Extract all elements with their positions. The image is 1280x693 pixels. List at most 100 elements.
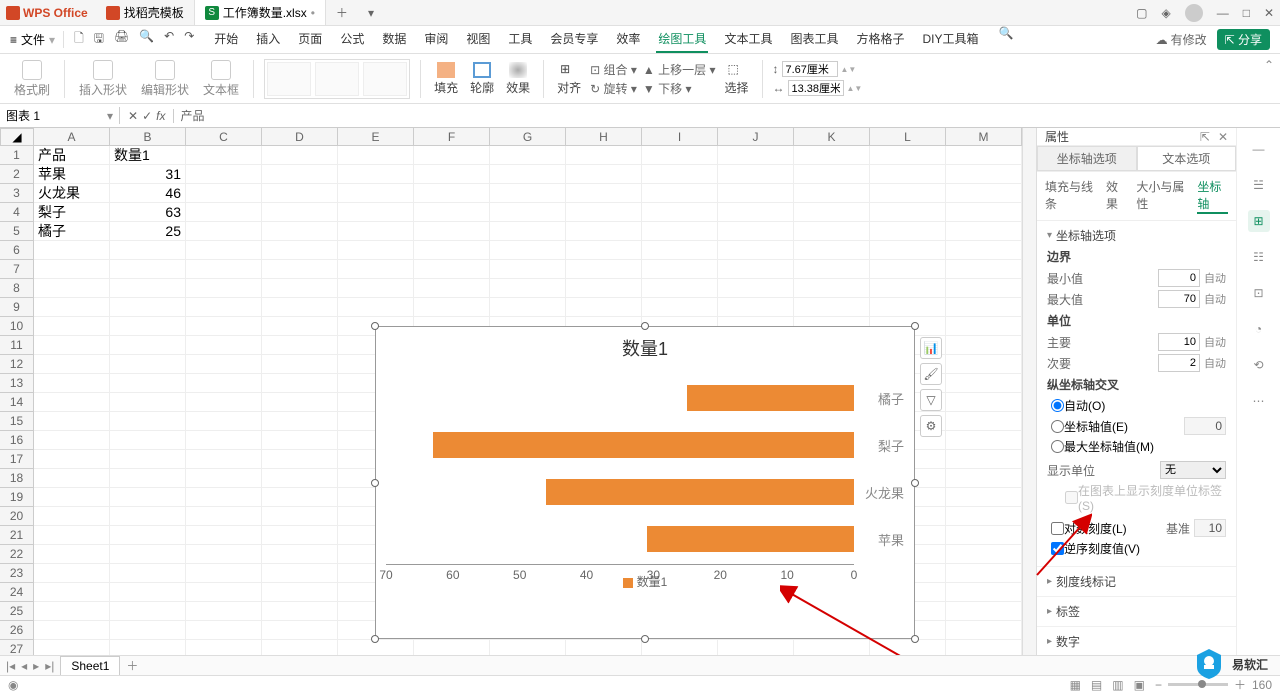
cell[interactable] <box>490 279 566 298</box>
tab-view[interactable]: 视图 <box>464 26 492 53</box>
section-header[interactable]: 坐标轴选项 <box>1047 227 1226 244</box>
cell[interactable] <box>110 621 186 640</box>
cell[interactable] <box>338 241 414 260</box>
cell[interactable] <box>642 298 718 317</box>
col-header[interactable]: C <box>186 128 262 146</box>
effects-tab[interactable]: 效果 <box>1106 178 1126 214</box>
cell[interactable] <box>870 241 946 260</box>
cell[interactable] <box>34 602 110 621</box>
cloud-sync-status[interactable]: ☁ 有修改 <box>1156 31 1207 48</box>
section-header[interactable]: 标签 <box>1047 603 1226 620</box>
cell[interactable] <box>186 298 262 317</box>
minor-input[interactable] <box>1158 354 1200 372</box>
row-header[interactable]: 2 <box>0 165 34 184</box>
cell[interactable] <box>642 640 718 655</box>
max-input[interactable] <box>1158 290 1200 308</box>
sidebar-close-icon[interactable]: — <box>1248 138 1270 160</box>
cell[interactable] <box>262 298 338 317</box>
cell[interactable] <box>946 621 1022 640</box>
select-all-corner[interactable]: ◢ <box>0 128 34 146</box>
cell[interactable] <box>566 222 642 241</box>
cell[interactable] <box>186 241 262 260</box>
cell[interactable] <box>718 241 794 260</box>
cell[interactable] <box>794 222 870 241</box>
cell[interactable] <box>110 507 186 526</box>
cell[interactable] <box>946 526 1022 545</box>
cell[interactable] <box>566 279 642 298</box>
effects-button[interactable]: 效果 <box>503 62 533 96</box>
row-header[interactable]: 7 <box>0 260 34 279</box>
cell[interactable] <box>186 526 262 545</box>
auto-label[interactable]: 自动 <box>1204 270 1226 286</box>
cell[interactable] <box>110 431 186 450</box>
chart-object[interactable]: 📊 🖌 ▽ ⚙ 数量1 橘子梨子火龙果苹果706050403020100 数量1 <box>375 326 915 639</box>
tab-chart-tools[interactable]: 图表工具 <box>788 26 840 53</box>
cell[interactable] <box>414 298 490 317</box>
chart-styles-button[interactable]: 🖌 <box>920 363 942 385</box>
row-header[interactable]: 15 <box>0 412 34 431</box>
cell[interactable] <box>110 355 186 374</box>
col-header[interactable]: D <box>262 128 338 146</box>
chart-bar[interactable] <box>647 526 854 552</box>
row-header[interactable]: 9 <box>0 298 34 317</box>
cell[interactable] <box>186 412 262 431</box>
cell[interactable] <box>262 165 338 184</box>
zoom-value[interactable]: 160 <box>1252 678 1272 692</box>
cell[interactable] <box>718 146 794 165</box>
cell[interactable] <box>946 602 1022 621</box>
display-unit-select[interactable]: 无 <box>1160 461 1226 479</box>
cell[interactable] <box>34 583 110 602</box>
cell[interactable] <box>186 507 262 526</box>
cell[interactable] <box>262 374 338 393</box>
row-header[interactable]: 20 <box>0 507 34 526</box>
cell[interactable] <box>262 336 338 355</box>
cell[interactable] <box>34 469 110 488</box>
cell[interactable] <box>566 146 642 165</box>
close-button[interactable]: ✕ <box>1264 6 1274 20</box>
cell[interactable] <box>186 317 262 336</box>
cell[interactable] <box>566 241 642 260</box>
tab-member[interactable]: 会员专享 <box>548 26 600 53</box>
record-macro-icon[interactable]: ◉ <box>8 678 18 692</box>
cell[interactable] <box>566 184 642 203</box>
cell[interactable] <box>718 184 794 203</box>
text-options-tab[interactable]: 文本选项 <box>1137 146 1237 171</box>
cross-auto-radio[interactable] <box>1051 399 1064 412</box>
cell[interactable] <box>34 507 110 526</box>
log-scale-check[interactable] <box>1051 522 1064 535</box>
insert-shape[interactable]: 插入形状 <box>75 60 131 98</box>
row-header[interactable]: 25 <box>0 602 34 621</box>
cell[interactable] <box>110 488 186 507</box>
cell[interactable]: 橘子 <box>34 222 110 241</box>
row-header[interactable]: 23 <box>0 564 34 583</box>
outline-button[interactable]: 轮廓 <box>467 62 497 96</box>
cell[interactable] <box>794 260 870 279</box>
cell[interactable]: 63 <box>110 203 186 222</box>
cell[interactable] <box>642 222 718 241</box>
cell[interactable] <box>186 545 262 564</box>
cell[interactable] <box>110 393 186 412</box>
cell[interactable] <box>794 298 870 317</box>
row-header[interactable]: 16 <box>0 431 34 450</box>
size-props-tab[interactable]: 大小与属性 <box>1136 178 1187 214</box>
cell[interactable]: 31 <box>110 165 186 184</box>
tab-plugin1[interactable]: 方格格子 <box>854 26 906 53</box>
row-header[interactable]: 8 <box>0 279 34 298</box>
cell[interactable] <box>414 184 490 203</box>
cell[interactable] <box>642 203 718 222</box>
row-header[interactable]: 12 <box>0 355 34 374</box>
cell[interactable] <box>186 640 262 655</box>
cell[interactable] <box>338 146 414 165</box>
properties-icon[interactable]: ⊞ <box>1248 210 1270 232</box>
cell[interactable] <box>870 146 946 165</box>
cell[interactable] <box>186 450 262 469</box>
cell[interactable] <box>262 621 338 640</box>
cell[interactable] <box>946 469 1022 488</box>
new-icon[interactable]: 🗋 <box>74 29 84 50</box>
cell[interactable] <box>870 165 946 184</box>
cell[interactable] <box>642 279 718 298</box>
tab-templates[interactable]: 找稻壳模板 <box>96 0 195 25</box>
avatar[interactable] <box>1185 4 1203 22</box>
cell[interactable] <box>186 184 262 203</box>
style-icon[interactable]: ☱ <box>1248 174 1270 196</box>
